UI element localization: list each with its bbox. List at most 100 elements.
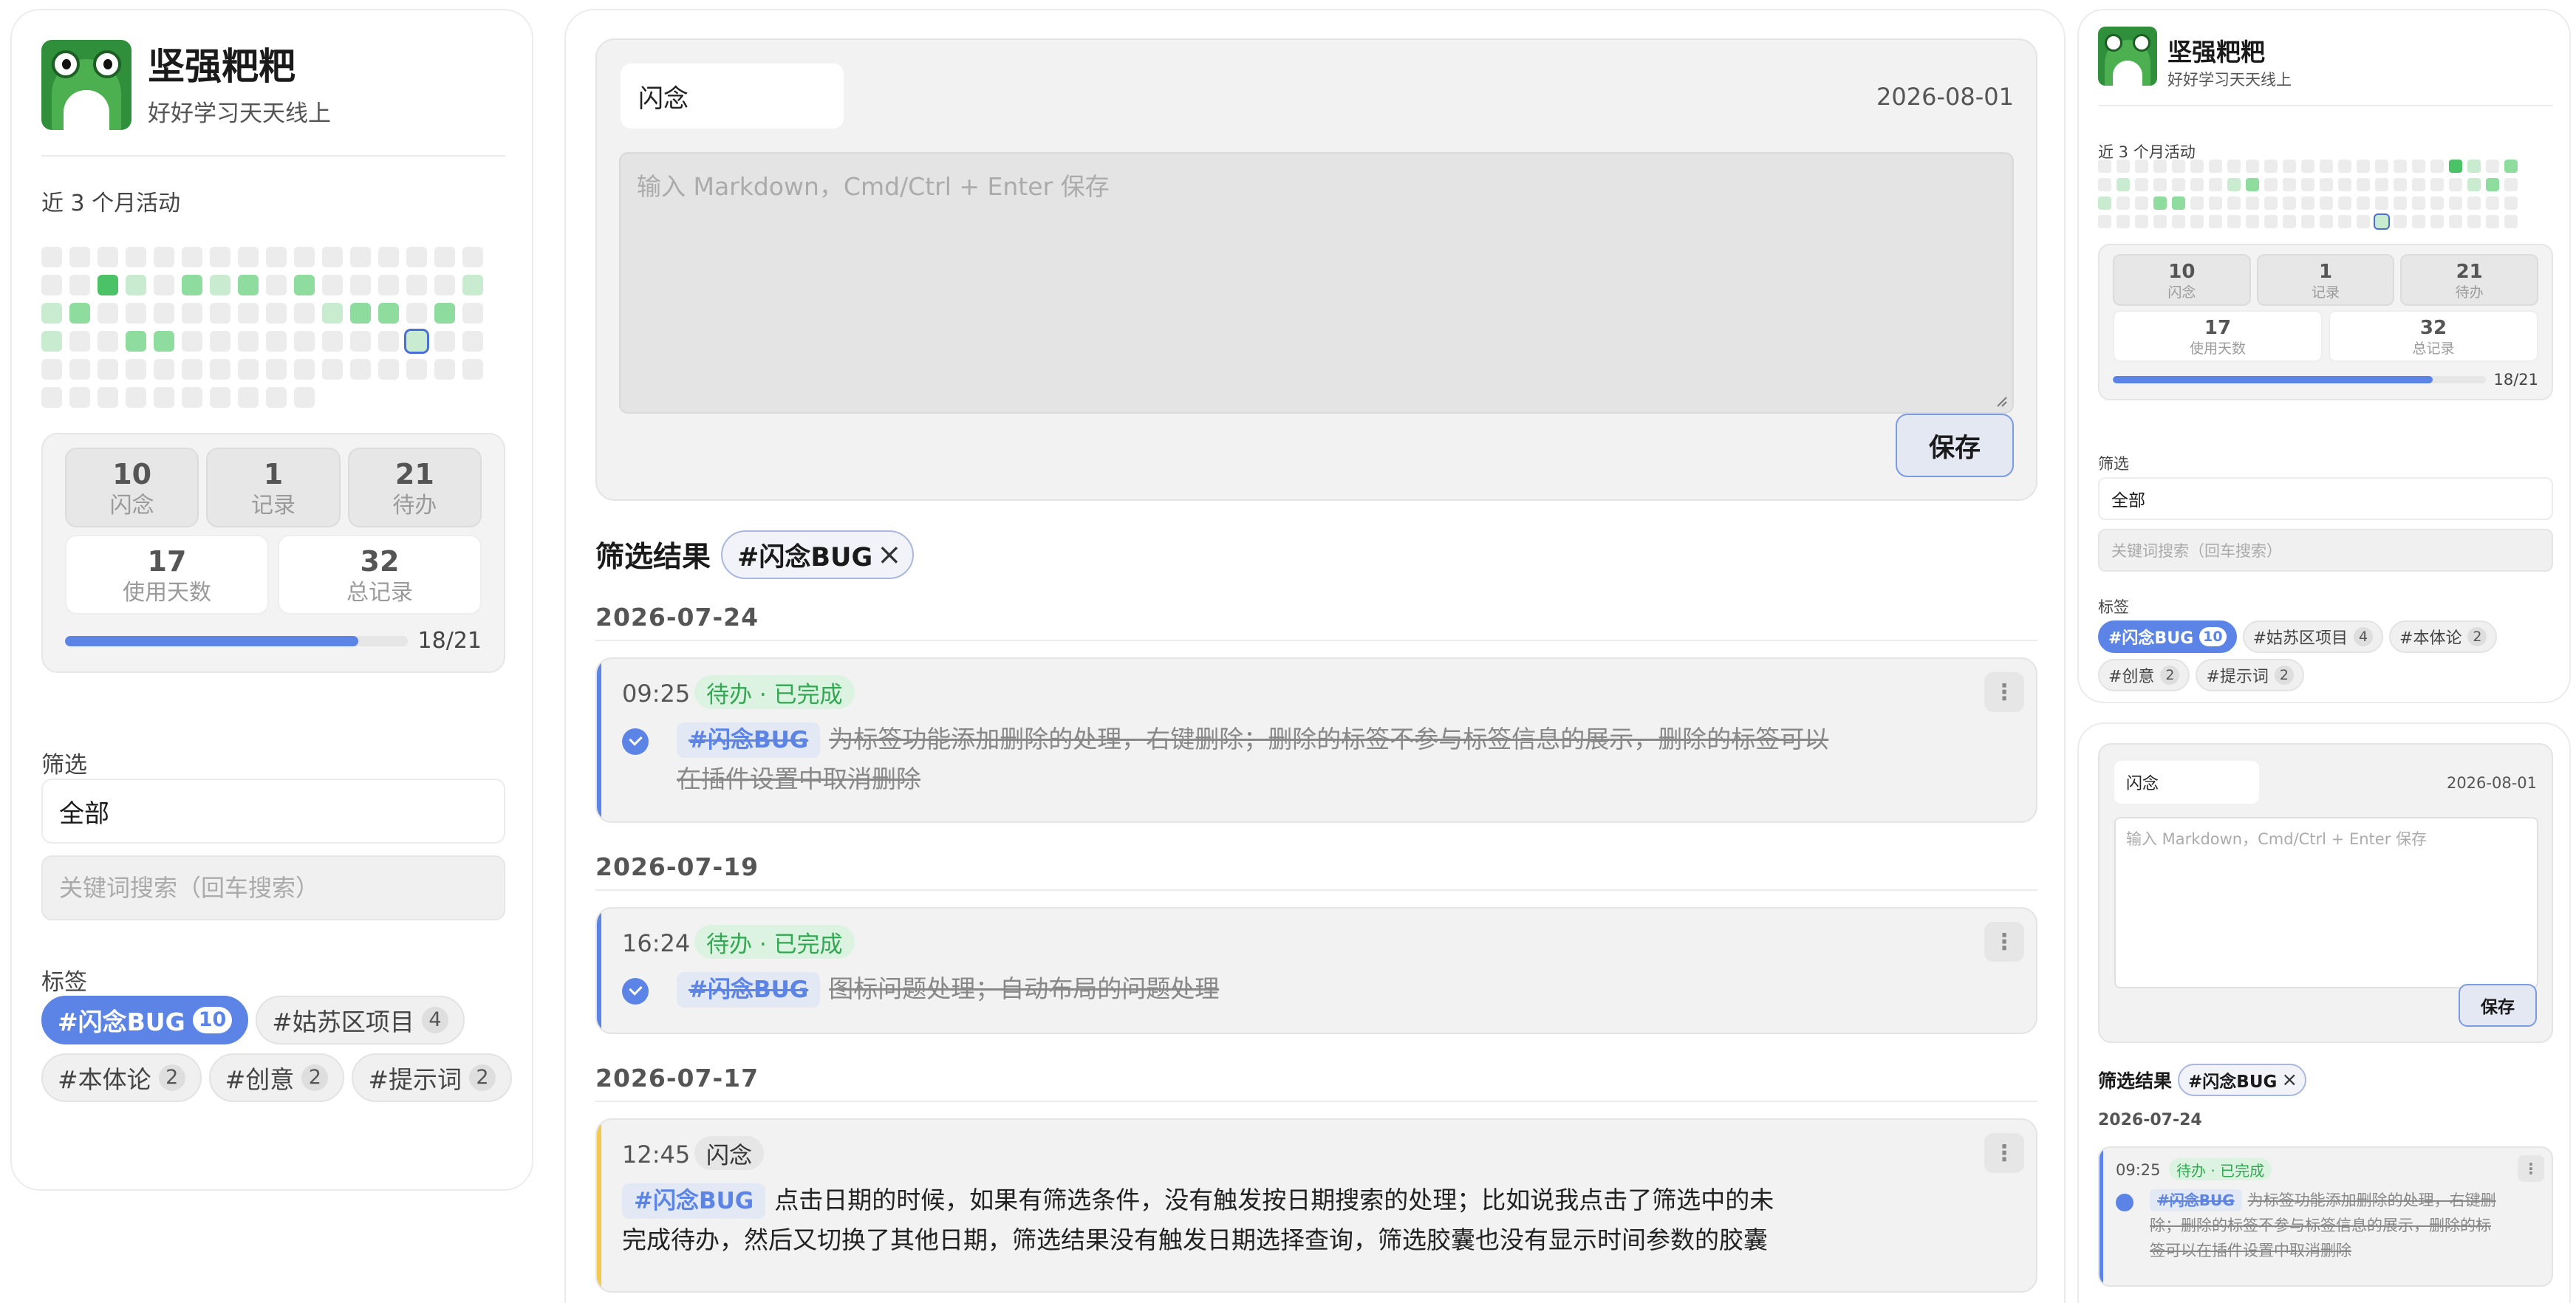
heatmap-cell[interactable] — [266, 331, 287, 352]
heatmap-cell[interactable] — [2301, 196, 2314, 210]
heatmap-cell[interactable] — [2486, 215, 2499, 228]
heatmap-cell[interactable] — [238, 275, 259, 295]
entry-card[interactable]: 12:45 闪念 ⋮ #闪念BUG 点击日期的时候，如果有筛选条件，没有触发按日期… — [595, 1118, 2037, 1293]
heatmap-cell[interactable] — [294, 387, 315, 408]
heatmap-cell[interactable] — [2467, 160, 2481, 173]
heatmap-cell[interactable] — [2467, 196, 2481, 210]
heatmap-cell[interactable] — [69, 275, 90, 295]
heatmap-cell[interactable] — [41, 303, 62, 324]
heatmap-cell[interactable] — [2467, 178, 2481, 191]
heatmap-cell[interactable] — [182, 247, 202, 267]
save-button[interactable]: 保存 — [1896, 414, 2014, 477]
heatmap-cell[interactable] — [2449, 196, 2462, 210]
inline-tag[interactable]: #闪念BUG — [677, 972, 821, 1008]
inline-tag[interactable]: #闪念BUG — [2150, 1189, 2242, 1211]
heatmap-cell[interactable] — [406, 247, 427, 267]
vertical-dots-icon[interactable]: ⋮ — [1984, 922, 2024, 962]
heatmap-cell[interactable] — [2301, 178, 2314, 191]
heatmap-cell[interactable] — [210, 303, 230, 324]
heatmap-cell[interactable] — [154, 303, 174, 324]
tag-chip[interactable]: #提示词 2 — [2196, 659, 2304, 691]
heatmap-cell[interactable] — [2246, 160, 2259, 173]
heatmap-cell[interactable] — [462, 275, 483, 295]
heatmap-cell[interactable] — [350, 331, 371, 352]
heatmap-cell[interactable] — [154, 331, 174, 352]
heatmap-cell[interactable] — [462, 359, 483, 380]
heatmap-cell[interactable] — [126, 359, 146, 380]
editor-textarea[interactable]: 输入 Markdown，Cmd/Ctrl + Enter 保存 — [2114, 817, 2538, 988]
heatmap-cell[interactable] — [322, 331, 343, 352]
heatmap-cell[interactable] — [2153, 215, 2167, 228]
heatmap-cell[interactable] — [2283, 178, 2296, 191]
heatmap-cell[interactable] — [434, 275, 455, 295]
filter-chip[interactable]: #闪念BUG × — [721, 530, 914, 579]
editor-area[interactable] — [619, 152, 2014, 414]
heatmap-cell[interactable] — [41, 359, 62, 380]
heatmap-cell[interactable] — [2283, 160, 2296, 173]
heatmap-cell[interactable] — [2098, 196, 2111, 210]
tag-chip[interactable]: #创意 2 — [2098, 659, 2190, 691]
search-input[interactable]: 关键词搜索（回车搜索） — [2098, 529, 2553, 572]
vertical-dots-icon[interactable]: ⋮ — [2518, 1155, 2544, 1182]
filter-chip[interactable]: #闪念BUG × — [2178, 1064, 2307, 1096]
heatmap-cell[interactable] — [2117, 196, 2130, 210]
heatmap-cell[interactable] — [294, 303, 315, 324]
stat-record[interactable]: 1 记录 — [206, 448, 341, 527]
heatmap-cell[interactable] — [2264, 215, 2278, 228]
heatmap-cell[interactable] — [182, 331, 202, 352]
tag-chip[interactable]: #姑苏区项目 4 — [2242, 620, 2384, 653]
heatmap-cell[interactable] — [2227, 196, 2241, 210]
heatmap-cell[interactable] — [69, 331, 90, 352]
heatmap-cell[interactable] — [2246, 196, 2259, 210]
entry-card[interactable]: 09:25 待办 · 已完成 ⋮ #闪念BUG 为标签功能添加删除的处理，右键删除… — [595, 657, 2037, 823]
heatmap-cell[interactable] — [182, 275, 202, 295]
heatmap-cell[interactable] — [98, 303, 118, 324]
heatmap-cell[interactable] — [210, 247, 230, 267]
heatmap-cell[interactable] — [378, 275, 399, 295]
heatmap-cell[interactable] — [2153, 160, 2167, 173]
tag-chip[interactable]: #闪念BUG 10 — [41, 996, 249, 1044]
close-icon[interactable]: × — [2281, 1069, 2297, 1091]
heatmap-cell[interactable] — [182, 387, 202, 408]
heatmap-cell[interactable] — [2412, 160, 2425, 173]
editor-textarea[interactable] — [621, 154, 2012, 412]
heatmap-cell[interactable] — [350, 275, 371, 295]
heatmap-cell[interactable] — [434, 247, 455, 267]
heatmap-cell[interactable] — [2117, 178, 2130, 191]
heatmap-cell[interactable] — [2135, 215, 2148, 228]
heatmap-cell[interactable] — [2449, 215, 2462, 228]
heatmap-cell[interactable] — [462, 247, 483, 267]
heatmap-cell[interactable] — [2190, 196, 2204, 210]
heatmap-cell[interactable] — [98, 359, 118, 380]
check-circle-icon[interactable] — [622, 978, 649, 1005]
heatmap-cell[interactable] — [2320, 196, 2333, 210]
close-icon[interactable]: × — [877, 538, 902, 572]
stat-memo[interactable]: 10 闪念 — [65, 448, 199, 527]
heatmap-cell[interactable] — [2504, 178, 2518, 191]
heatmap-cell[interactable] — [2264, 160, 2278, 173]
heatmap-cell[interactable] — [2357, 178, 2370, 191]
editor-date[interactable]: 2026-08-01 — [1876, 83, 2014, 111]
heatmap-cell[interactable] — [2486, 178, 2499, 191]
tag-chip[interactable]: #姑苏区项目 4 — [256, 996, 465, 1044]
tag-chip[interactable]: #本体论 2 — [2389, 620, 2498, 653]
heatmap-cell[interactable] — [2394, 196, 2407, 210]
heatmap-cell[interactable] — [2098, 215, 2111, 228]
heatmap-cell[interactable] — [266, 303, 287, 324]
heatmap-cell[interactable] — [2227, 215, 2241, 228]
heatmap-cell[interactable] — [2098, 160, 2111, 173]
tag-chip[interactable]: #创意 2 — [208, 1053, 345, 1102]
frog-avatar[interactable] — [2098, 27, 2157, 86]
filter-select[interactable]: 全部 — [41, 779, 505, 844]
frog-avatar[interactable] — [41, 40, 131, 130]
heatmap-cell[interactable] — [2486, 196, 2499, 210]
heatmap-cell[interactable] — [2117, 160, 2130, 173]
heatmap-cell[interactable] — [350, 303, 371, 324]
check-circle-icon[interactable] — [622, 728, 649, 755]
heatmap-cell[interactable] — [462, 303, 483, 324]
heatmap-cell[interactable] — [238, 247, 259, 267]
heatmap-cell[interactable] — [2283, 215, 2296, 228]
heatmap-cell[interactable] — [2412, 215, 2425, 228]
heatmap-cell[interactable] — [434, 303, 455, 324]
heatmap-cell[interactable] — [322, 303, 343, 324]
